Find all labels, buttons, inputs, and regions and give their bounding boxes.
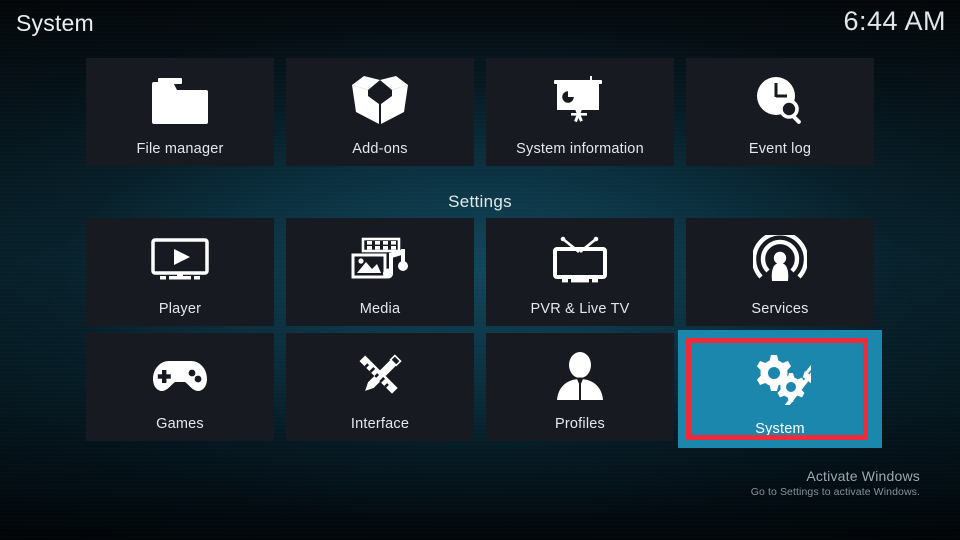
tile-label: Add-ons xyxy=(352,141,408,157)
presentation-chart-icon xyxy=(486,70,674,132)
tile-label: File manager xyxy=(136,141,224,157)
user-silhouette-icon xyxy=(486,345,674,407)
media-library-icon xyxy=(286,230,474,292)
tile-pvr-live-tv[interactable]: PVR & Live TV xyxy=(486,218,674,326)
tile-services[interactable]: Services xyxy=(686,218,874,326)
watermark-title: Activate Windows xyxy=(806,468,920,484)
tile-grid: File manager Add-ons System information … xyxy=(0,0,960,540)
tile-label: System xyxy=(755,421,805,437)
tile-interface[interactable]: Interface xyxy=(286,333,474,441)
broadcast-icon xyxy=(686,230,874,292)
folder-icon xyxy=(86,70,274,132)
tile-label: Services xyxy=(751,301,809,317)
tile-event-log[interactable]: Event log xyxy=(686,58,874,166)
clock: 6:44 AM xyxy=(843,6,946,36)
tile-profiles[interactable]: Profiles xyxy=(486,333,674,441)
tile-system-information[interactable]: System information xyxy=(486,58,674,166)
monitor-play-icon xyxy=(86,230,274,292)
windows-activation-watermark: Activate Windows Go to Settings to activ… xyxy=(751,468,920,498)
tile-label: Media xyxy=(359,301,401,317)
tile-label: System information xyxy=(516,141,644,157)
header-bar: System 6:44 AM xyxy=(0,0,960,52)
tile-label: Player xyxy=(158,301,202,317)
tile-player[interactable]: Player xyxy=(86,218,274,326)
tile-file-manager[interactable]: File manager xyxy=(86,58,274,166)
pencil-ruler-icon xyxy=(286,345,474,407)
settings-section-heading: Settings xyxy=(448,192,512,211)
tile-games[interactable]: Games xyxy=(86,333,274,441)
tile-label: Event log xyxy=(748,141,812,157)
page-title: System xyxy=(16,10,94,36)
gear-wrench-icon xyxy=(678,346,882,408)
gamepad-icon xyxy=(86,345,274,407)
kodi-system-screen: System 6:44 AM File manager Add-ons Syst… xyxy=(0,0,960,540)
tile-label: Interface xyxy=(350,416,410,432)
tile-label: Games xyxy=(156,416,204,432)
tile-label: PVR & Live TV xyxy=(530,301,630,317)
watermark-subtitle: Go to Settings to activate Windows. xyxy=(750,486,920,498)
tile-label: Profiles xyxy=(555,416,605,432)
tile-media[interactable]: Media xyxy=(286,218,474,326)
clock-search-icon xyxy=(686,70,874,132)
tile-add-ons[interactable]: Add-ons xyxy=(286,58,474,166)
open-box-icon xyxy=(286,70,474,132)
television-icon xyxy=(486,230,674,292)
tile-system[interactable]: System xyxy=(678,330,882,448)
